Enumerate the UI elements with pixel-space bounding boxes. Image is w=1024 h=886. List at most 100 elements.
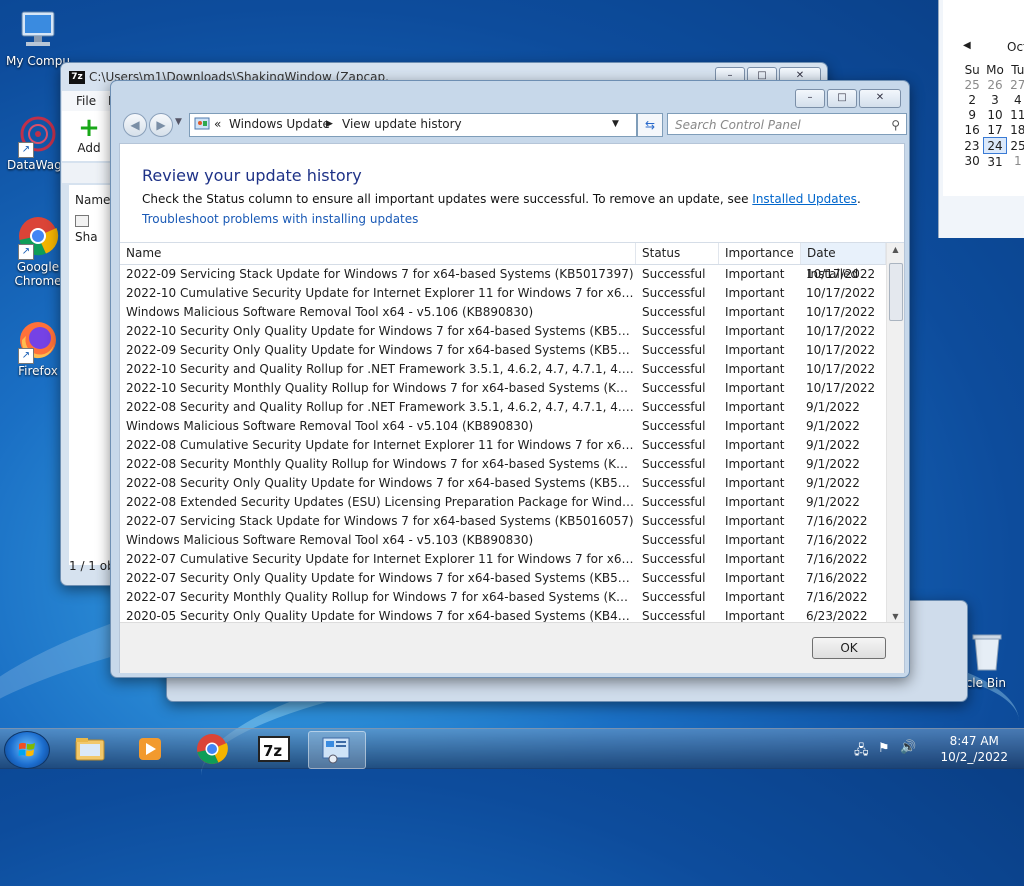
calendar-day[interactable]: 16 <box>961 122 983 138</box>
file-row[interactable]: Sha <box>75 215 111 244</box>
calendar-day[interactable]: 3 <box>983 92 1006 107</box>
address-dropdown-icon[interactable]: ▼ <box>612 119 619 129</box>
column-header-status[interactable]: Status <box>636 243 719 264</box>
update-row[interactable]: 2022-08 Security and Quality Rollup for … <box>120 398 886 417</box>
calendar-day[interactable]: 24 <box>982 137 1008 154</box>
calendar-day[interactable]: 25 <box>1007 138 1024 154</box>
breadcrumb-overflow[interactable]: « <box>214 117 221 131</box>
update-row[interactable]: 2022-10 Security and Quality Rollup for … <box>120 360 886 379</box>
update-row[interactable]: 2020-05 Security Only Quality Update for… <box>120 607 886 623</box>
calendar-day[interactable]: 30 <box>961 154 983 170</box>
taskbar-google-chrome[interactable] <box>184 731 240 767</box>
update-row[interactable]: 2022-10 Security Only Quality Update for… <box>120 322 886 341</box>
update-history-window[interactable]: – □ ✕ ◀ ▶ ▼ « Windows Update ▶ View upda… <box>110 80 910 678</box>
update-row[interactable]: 2022-08 Extended Security Updates (ESU) … <box>120 493 886 512</box>
desktop-icon-my-computer[interactable]: My Compu <box>0 8 76 68</box>
volume-icon[interactable]: 🔊 <box>900 740 916 755</box>
calendar-day[interactable]: 27 <box>1007 77 1024 92</box>
update-name: 2022-07 Servicing Stack Update for Windo… <box>126 514 634 528</box>
column-header-name[interactable]: Name <box>120 243 636 264</box>
calendar-day[interactable]: 1 <box>1007 154 1024 170</box>
update-row[interactable]: 2022-08 Security Only Quality Update for… <box>120 474 886 493</box>
column-header-date-installed[interactable]: Date Installed <box>801 243 886 281</box>
update-row[interactable]: 2022-10 Cumulative Security Update for I… <box>120 284 886 303</box>
update-list[interactable]: Name Status Importance Date Installed 20… <box>120 242 904 623</box>
calendar-day[interactable]: 26 <box>983 77 1006 92</box>
calendar-day[interactable]: 25 <box>961 77 983 92</box>
action-center-flag-icon[interactable]: ⚑ <box>878 741 890 756</box>
clock-time: 8:47 AM <box>949 734 999 748</box>
calendar-day[interactable]: 2 <box>961 92 983 107</box>
back-arrow-icon[interactable]: ◀ <box>123 113 147 137</box>
calendar-month[interactable]: Octo <box>1007 40 1024 54</box>
calendar-flyout[interactable]: ◀ Octo SuMoTu252627234910111617182324253… <box>938 0 1024 238</box>
taskbar-windows-explorer[interactable] <box>62 731 118 767</box>
search-input[interactable]: Search Control Panel ⚲ <box>667 113 907 135</box>
update-row[interactable]: 2022-07 Security Only Quality Update for… <box>120 569 886 588</box>
update-row[interactable]: Windows Malicious Software Removal Tool … <box>120 303 886 322</box>
update-row[interactable]: 2022-07 Cumulative Security Update for I… <box>120 550 886 569</box>
start-button[interactable] <box>4 731 50 769</box>
address-bar[interactable]: « Windows Update ▶ View update history ▼ <box>189 113 637 137</box>
shortcut-arrow-icon: ↗ <box>18 244 34 260</box>
update-date-installed: 7/16/2022 <box>806 533 868 547</box>
description-text: Check the Status column to ensure all im… <box>142 192 753 206</box>
breadcrumb-windows-update[interactable]: Windows Update <box>229 117 330 131</box>
taskbar: 7z 🖧 ⚑ 🔊 8:47 AM 10/2_/2022 <box>0 728 1024 769</box>
search-icon[interactable]: ⚲ <box>891 114 900 136</box>
update-row[interactable]: 2022-09 Security Only Quality Update for… <box>120 341 886 360</box>
calendar-day[interactable]: 31 <box>983 154 1006 170</box>
breadcrumb-view-update-history[interactable]: View update history <box>342 117 462 131</box>
calendar-day[interactable]: 10 <box>983 107 1006 122</box>
column-name[interactable]: Name <box>75 193 110 207</box>
7zip-app-icon: 7z <box>69 71 85 84</box>
calendar-day[interactable]: 4 <box>1007 92 1024 107</box>
vertical-scrollbar[interactable]: ▲ ▼ <box>886 243 904 623</box>
list-header: Name Status Importance Date Installed <box>120 243 886 281</box>
column-header-importance[interactable]: Importance <box>719 243 801 264</box>
update-row[interactable]: 2022-07 Security Monthly Quality Rollup … <box>120 588 886 607</box>
update-date-installed: 7/16/2022 <box>806 590 868 604</box>
calendar-day[interactable]: 9 <box>961 107 983 122</box>
window-controls: – □ ✕ <box>795 89 901 108</box>
troubleshoot-link[interactable]: Troubleshoot problems with installing up… <box>142 212 418 226</box>
refresh-icon[interactable]: ⇆ <box>637 113 663 137</box>
close-button[interactable]: ✕ <box>859 89 901 108</box>
menu-file[interactable]: File <box>76 94 96 108</box>
clock[interactable]: 8:47 AM 10/2_/2022 <box>940 733 1008 765</box>
update-name: 2022-10 Security and Quality Rollup for … <box>126 362 634 376</box>
taskbar-7zip[interactable]: 7z <box>246 731 302 767</box>
minimize-button[interactable]: – <box>795 89 825 108</box>
taskbar-control-panel[interactable] <box>308 731 366 769</box>
scroll-up-arrow-icon[interactable]: ▲ <box>887 245 904 254</box>
update-row[interactable]: Windows Malicious Software Removal Tool … <box>120 417 886 436</box>
update-row[interactable]: 2022-10 Security Monthly Quality Rollup … <box>120 379 886 398</box>
update-row[interactable]: Windows Malicious Software Removal Tool … <box>120 531 886 550</box>
update-row[interactable]: 2022-08 Security Monthly Quality Rollup … <box>120 455 886 474</box>
update-row[interactable]: 2022-07 Servicing Stack Update for Windo… <box>120 512 886 531</box>
update-row[interactable]: 2022-08 Cumulative Security Update for I… <box>120 436 886 455</box>
update-row[interactable]: 2022-09 Servicing Stack Update for Windo… <box>120 265 886 284</box>
scroll-down-arrow-icon[interactable]: ▼ <box>887 612 904 621</box>
folder-up-icon[interactable] <box>62 163 112 183</box>
breadcrumb-arrow-icon[interactable]: ▶ <box>326 119 333 129</box>
update-status: Successful <box>642 362 706 376</box>
calendar-day[interactable]: 23 <box>961 138 983 154</box>
forward-arrow-icon[interactable]: ▶ <box>149 113 173 137</box>
recent-pages-chevron-icon[interactable]: ▼ <box>175 117 182 127</box>
network-icon[interactable]: 🖧 <box>854 741 869 763</box>
add-button[interactable]: + Add <box>74 115 104 155</box>
calendar-day[interactable]: 17 <box>983 122 1006 138</box>
previous-month-arrow-icon[interactable]: ◀ <box>963 40 971 51</box>
calendar-day[interactable]: 18 <box>1007 122 1024 138</box>
file-icon <box>75 215 89 227</box>
update-status: Successful <box>642 495 706 509</box>
taskbar-media-player[interactable] <box>122 731 178 767</box>
scrollbar-thumb[interactable] <box>889 263 903 321</box>
update-date-installed: 9/1/2022 <box>806 400 860 414</box>
clock-date: 10/2_/2022 <box>940 750 1008 764</box>
installed-updates-link[interactable]: Installed Updates <box>752 192 857 206</box>
ok-button[interactable]: OK <box>812 637 886 659</box>
maximize-button[interactable]: □ <box>827 89 857 108</box>
calendar-day[interactable]: 11 <box>1007 107 1024 122</box>
